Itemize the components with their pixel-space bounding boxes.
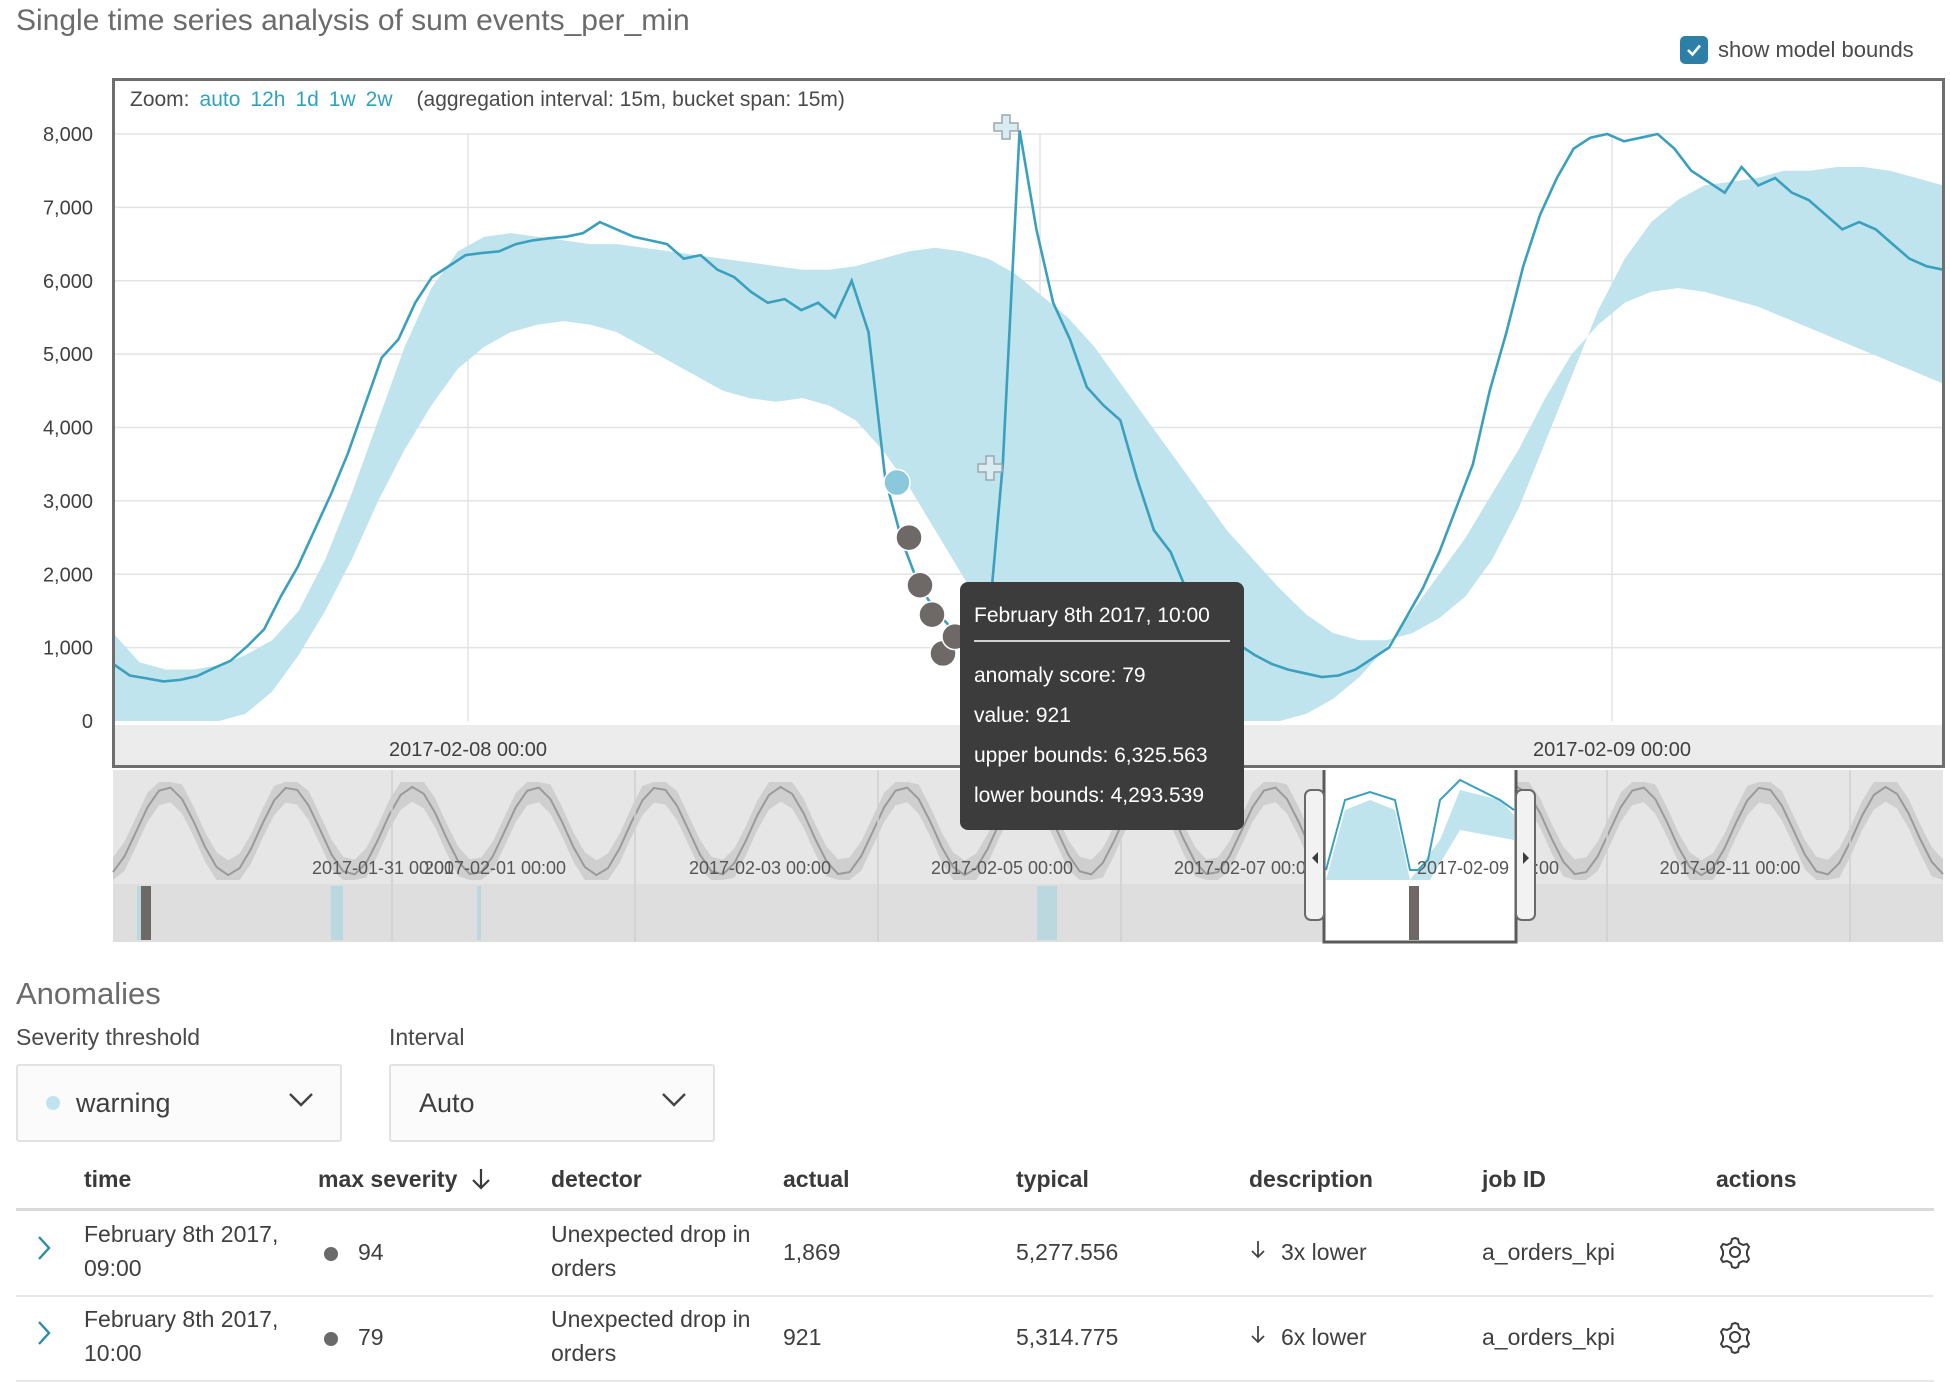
y-tick-label: 3,000	[43, 491, 93, 513]
y-tick-label: 0	[82, 711, 93, 733]
chevron-down-icon	[662, 1093, 686, 1107]
y-tick-label: 2,000	[43, 564, 93, 586]
sort-descending-icon	[472, 1169, 490, 1190]
row-time-hour: 10:00	[84, 1340, 142, 1366]
column-header-time[interactable]: time	[84, 1166, 131, 1193]
tooltip-title: February 8th 2017, 10:00	[974, 604, 1230, 642]
arrow-down-icon	[1251, 1241, 1265, 1259]
zoom-2w-link[interactable]: 2w	[366, 88, 393, 112]
y-tick-label: 7,000	[43, 197, 93, 219]
y-tick-label: 8,000	[43, 124, 93, 146]
row-job-id: a_orders_kpi	[1482, 1324, 1615, 1350]
anomalies-heading: Anomalies	[16, 976, 161, 1011]
column-header-detector[interactable]: detector	[551, 1166, 642, 1193]
tooltip-upper-bounds: upper bounds: 6,325.563	[974, 744, 1208, 767]
column-header-actions: actions	[1716, 1166, 1797, 1192]
column-header-max-severity-label: max severity	[318, 1166, 458, 1192]
severity-threshold-label: Severity threshold	[16, 1024, 201, 1050]
anomaly-tooltip: February 8th 2017, 10:00 anomaly score: …	[960, 582, 1244, 830]
row-detector-line1: Unexpected drop in	[551, 1221, 751, 1247]
brush-window-bg	[1324, 768, 1516, 942]
interval-select[interactable]: Auto	[389, 1064, 715, 1142]
zoom-auto-link[interactable]: auto	[200, 88, 241, 112]
overview-x-tick-label: 2017-02-05 00:00	[931, 858, 1073, 878]
tooltip-anomaly-score: anomaly score: 79	[974, 664, 1146, 687]
y-tick-label: 6,000	[43, 271, 93, 293]
aggregation-note: (aggregation interval: 15m, bucket span:…	[416, 88, 845, 111]
zoom-bar: Zoom: auto 12h 1d 1w 2w (aggregation int…	[130, 88, 845, 112]
overview-x-tick-label: 2017-02-07 00:00	[1174, 858, 1316, 878]
row-job-id: a_orders_kpi	[1482, 1239, 1615, 1265]
row-detector-line2: orders	[551, 1255, 617, 1281]
row-severity: 94	[358, 1239, 384, 1265]
severity-dot-icon	[324, 1246, 338, 1261]
severity-threshold-select[interactable]: warning	[16, 1064, 342, 1142]
zoom-12h-link[interactable]: 12h	[250, 88, 285, 112]
row-typical: 5,277.556	[1016, 1239, 1119, 1265]
tooltip-lower-bounds: lower bounds: 4,293.539	[974, 784, 1205, 807]
row-severity: 79	[358, 1324, 384, 1350]
table-row[interactable]: February 8th 2017, 09:00 94 Unexpected d…	[16, 1211, 1934, 1297]
table-row[interactable]: February 8th 2017, 10:00 79 Unexpected d…	[16, 1296, 1934, 1382]
gear-icon[interactable]	[1718, 1320, 1752, 1354]
row-typical: 5,314.775	[1016, 1324, 1119, 1350]
gear-icon[interactable]	[1718, 1235, 1752, 1269]
interval-label: Interval	[389, 1024, 465, 1050]
arrow-down-icon	[1251, 1326, 1265, 1344]
row-detector-line2: orders	[551, 1340, 617, 1366]
row-time-date: February 8th 2017,	[84, 1221, 279, 1247]
y-tick-label: 5,000	[43, 344, 93, 366]
anomalies-table-header: time max severity detector actual typica…	[16, 1160, 1934, 1211]
severity-threshold-value: warning	[76, 1087, 171, 1118]
chevron-right-icon[interactable]	[36, 1320, 52, 1346]
zoom-1w-link[interactable]: 1w	[329, 88, 356, 112]
y-tick-label: 1,000	[43, 638, 93, 660]
overview-x-tick-label: 2017-02-01 00:00	[424, 858, 566, 878]
swimlane-anomaly-mark	[141, 886, 151, 940]
zoom-1d-link[interactable]: 1d	[295, 88, 318, 112]
interval-value: Auto	[419, 1087, 475, 1118]
column-header-job-id[interactable]: job ID	[1482, 1166, 1546, 1193]
column-header-max-severity[interactable]: max severity	[318, 1166, 492, 1193]
overview-x-tick-label: 2017-02-11 00:00	[1660, 858, 1801, 878]
brush-handle-right[interactable]	[1515, 789, 1536, 921]
column-header-actual[interactable]: actual	[783, 1166, 849, 1193]
swimlane-background	[113, 884, 1943, 942]
severity-dot-icon	[324, 1331, 338, 1346]
chevron-down-icon	[289, 1093, 313, 1107]
row-time-hour: 09:00	[84, 1255, 142, 1281]
warning-severity-dot-icon	[46, 1096, 60, 1110]
swimlane-anomaly-mark	[1037, 886, 1057, 940]
row-description: 3x lower	[1281, 1239, 1367, 1265]
chevron-right-icon[interactable]	[36, 1235, 52, 1261]
row-actual: 921	[783, 1324, 822, 1350]
row-description: 6x lower	[1281, 1324, 1367, 1350]
zoom-label: Zoom:	[130, 88, 190, 111]
column-header-typical[interactable]: typical	[1016, 1166, 1089, 1193]
row-detector-line1: Unexpected drop in	[551, 1306, 751, 1332]
column-header-description[interactable]: description	[1249, 1166, 1373, 1193]
overview-x-tick-label: 2017-02-03 00:00	[689, 858, 831, 878]
row-time-date: February 8th 2017,	[84, 1306, 279, 1332]
row-actual: 1,869	[783, 1239, 841, 1265]
brush-handle-left[interactable]	[1304, 789, 1325, 921]
swimlane-anomaly-mark	[477, 886, 481, 940]
swimlane-anomaly-mark	[331, 886, 343, 940]
y-tick-label: 4,000	[43, 418, 93, 440]
tooltip-value: value: 921	[974, 704, 1071, 727]
